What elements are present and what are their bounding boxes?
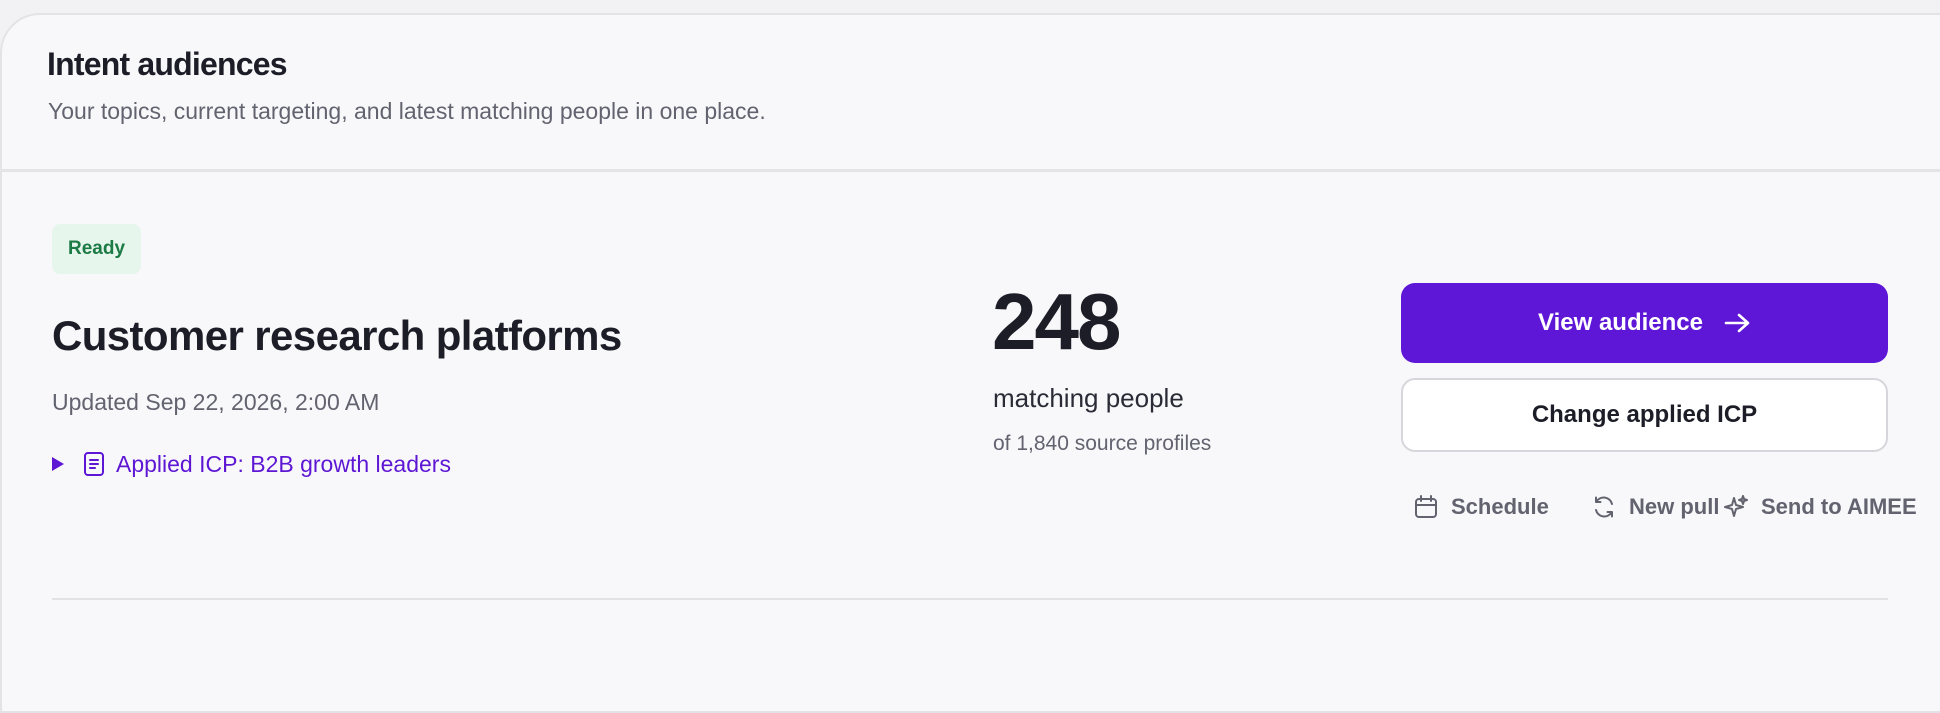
new-pull-button[interactable]: New pull: [1591, 490, 1719, 524]
schedule-label: Schedule: [1451, 494, 1549, 519]
send-to-aimee-label: Send to AIMEE: [1761, 494, 1917, 519]
send-to-aimee-button[interactable]: Send to AIMEE: [1723, 490, 1917, 524]
audience-name: Customer research platforms: [52, 312, 622, 359]
change-applied-icp-button[interactable]: Change applied ICP: [1401, 378, 1888, 452]
change-applied-icp-label: Change applied ICP: [1531, 401, 1758, 428]
new-pull-label: New pull: [1629, 494, 1720, 519]
matching-count: 248: [992, 277, 1121, 366]
triangle-right-icon: [52, 457, 64, 471]
document-icon: [84, 452, 104, 476]
calendar-icon: [1415, 495, 1437, 518]
audience-card: Ready Customer research platforms Update…: [0, 172, 1940, 632]
arrow-right-icon: [1724, 313, 1750, 333]
page-title: Intent audiences: [47, 46, 288, 82]
section-divider: [52, 598, 1888, 600]
view-audience-label: View audience: [1538, 309, 1703, 336]
page-subtitle: Your topics, current targeting, and late…: [48, 98, 766, 124]
sparkles-icon: [1724, 495, 1748, 517]
updated-timestamp: Updated Sep 22, 2026, 2:00 AM: [52, 389, 380, 415]
page-header: Intent audiences Your topics, current ta…: [0, 0, 1940, 172]
applied-icp-label: Applied ICP: B2B growth leaders: [116, 450, 451, 477]
matching-label: matching people: [993, 383, 1184, 413]
refresh-icon: [1595, 496, 1613, 518]
applied-icp-toggle[interactable]: Applied ICP: B2B growth leaders: [50, 447, 451, 481]
view-audience-button[interactable]: View audience: [1401, 283, 1888, 363]
source-profiles-text: of 1,840 source profiles: [993, 432, 1212, 455]
schedule-button[interactable]: Schedule: [1413, 490, 1549, 524]
status-badge: Ready: [52, 224, 142, 274]
